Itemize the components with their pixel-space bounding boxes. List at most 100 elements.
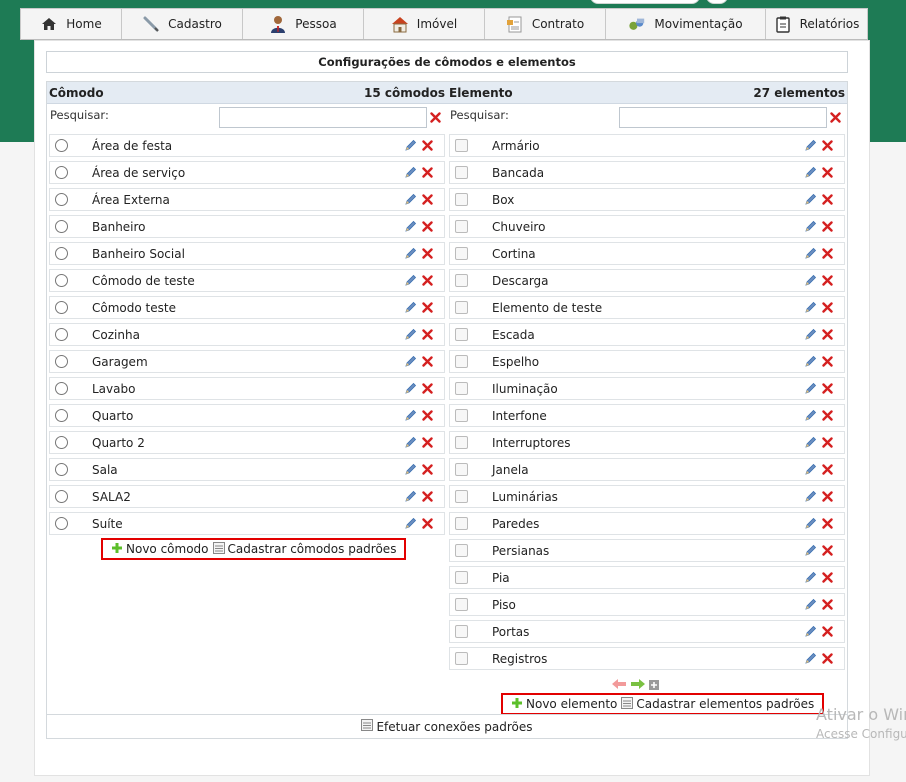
edit-pencil-icon[interactable] [804,301,817,314]
elemento-checkbox[interactable] [455,625,468,638]
edit-pencil-icon[interactable] [804,274,817,287]
delete-x-icon[interactable] [421,274,434,287]
edit-pencil-icon[interactable] [404,517,417,530]
delete-x-icon[interactable] [421,247,434,260]
comodo-radio[interactable] [55,436,68,449]
edit-pencil-icon[interactable] [404,301,417,314]
edit-pencil-icon[interactable] [404,328,417,341]
comodo-radio[interactable] [55,166,68,179]
comodo-list-item[interactable]: Cômodo de teste [49,269,445,292]
comodo-radio[interactable] [55,517,68,530]
delete-x-icon[interactable] [421,436,434,449]
comodo-radio[interactable] [55,409,68,422]
elemento-checkbox[interactable] [455,463,468,476]
comodo-list-item[interactable]: Área Externa [49,188,445,211]
elemento-list-item[interactable]: Paredes [449,512,845,535]
delete-x-icon[interactable] [821,355,834,368]
delete-x-icon[interactable] [421,139,434,152]
delete-x-icon[interactable] [821,490,834,503]
nav-relatorios[interactable]: Relatórios [766,9,867,39]
elemento-checkbox[interactable] [455,193,468,206]
edit-pencil-icon[interactable] [404,166,417,179]
edit-pencil-icon[interactable] [804,247,817,260]
edit-pencil-icon[interactable] [804,409,817,422]
elemento-list-item[interactable]: Descarga [449,269,845,292]
edit-pencil-icon[interactable] [804,328,817,341]
edit-pencil-icon[interactable] [404,463,417,476]
elemento-search-input[interactable] [619,107,827,128]
nav-movimentacao[interactable]: Movimentação [606,9,766,39]
delete-x-icon[interactable] [421,517,434,530]
edit-pencil-icon[interactable] [804,463,817,476]
delete-x-icon[interactable] [421,490,434,503]
nav-pessoa[interactable]: Pessoa [243,9,364,39]
delete-x-icon[interactable] [421,355,434,368]
elemento-list-item[interactable]: Escada [449,323,845,346]
elemento-list-item[interactable]: Pia [449,566,845,589]
delete-x-icon[interactable] [821,625,834,638]
comodo-radio[interactable] [55,328,68,341]
elemento-list-item[interactable]: Iluminação [449,377,845,400]
delete-x-icon[interactable] [821,220,834,233]
delete-x-icon[interactable] [421,166,434,179]
nav-imovel[interactable]: Imóvel [364,9,485,39]
comodo-list-item[interactable]: Garagem [49,350,445,373]
elemento-list-item[interactable]: Interfone [449,404,845,427]
edit-pencil-icon[interactable] [404,436,417,449]
comodo-radio[interactable] [55,139,68,152]
nav-cadastro[interactable]: Cadastro [122,9,243,39]
edit-pencil-icon[interactable] [804,436,817,449]
elemento-checkbox[interactable] [455,598,468,611]
comodo-list-item[interactable]: Suíte [49,512,445,535]
comodo-list-item[interactable]: SALA2 [49,485,445,508]
delete-x-icon[interactable] [821,571,834,584]
delete-x-icon[interactable] [821,274,834,287]
edit-pencil-icon[interactable] [804,625,817,638]
register-default-elementos-button[interactable]: Cadastrar elementos padrões [621,696,814,712]
delete-x-icon[interactable] [821,382,834,395]
elemento-list-item[interactable]: Bancada [449,161,845,184]
comodo-radio[interactable] [55,301,68,314]
elemento-checkbox[interactable] [455,166,468,179]
edit-pencil-icon[interactable] [804,220,817,233]
delete-x-icon[interactable] [821,193,834,206]
comodo-search-clear-icon[interactable] [430,112,441,126]
delete-x-icon[interactable] [421,463,434,476]
elemento-checkbox[interactable] [455,436,468,449]
delete-x-icon[interactable] [821,598,834,611]
delete-x-icon[interactable] [821,544,834,557]
comodo-radio[interactable] [55,463,68,476]
plus-square-icon[interactable] [649,679,659,693]
elemento-list-item[interactable]: Chuveiro [449,215,845,238]
comodo-list-item[interactable]: Cozinha [49,323,445,346]
delete-x-icon[interactable] [421,328,434,341]
elemento-checkbox[interactable] [455,301,468,314]
elemento-list-item[interactable]: Luminárias [449,485,845,508]
delete-x-icon[interactable] [421,220,434,233]
edit-pencil-icon[interactable] [804,571,817,584]
comodo-list-item[interactable]: Quarto 2 [49,431,445,454]
elemento-list-item[interactable]: Portas [449,620,845,643]
comodo-list-item[interactable]: Cômodo teste [49,296,445,319]
edit-pencil-icon[interactable] [404,139,417,152]
edit-pencil-icon[interactable] [404,220,417,233]
delete-x-icon[interactable] [821,517,834,530]
comodo-radio[interactable] [55,382,68,395]
edit-pencil-icon[interactable] [804,382,817,395]
edit-pencil-icon[interactable] [404,355,417,368]
edit-pencil-icon[interactable] [404,274,417,287]
comodo-list-item[interactable]: Sala [49,458,445,481]
delete-x-icon[interactable] [821,436,834,449]
elemento-checkbox[interactable] [455,517,468,530]
elemento-checkbox[interactable] [455,382,468,395]
nav-home[interactable]: Home [21,9,122,39]
delete-x-icon[interactable] [421,409,434,422]
delete-x-icon[interactable] [821,652,834,665]
edit-pencil-icon[interactable] [804,355,817,368]
comodo-search-input[interactable] [219,107,427,128]
delete-x-icon[interactable] [421,193,434,206]
elemento-checkbox[interactable] [455,139,468,152]
comodo-radio[interactable] [55,355,68,368]
elemento-list-item[interactable]: Elemento de teste [449,296,845,319]
delete-x-icon[interactable] [821,166,834,179]
